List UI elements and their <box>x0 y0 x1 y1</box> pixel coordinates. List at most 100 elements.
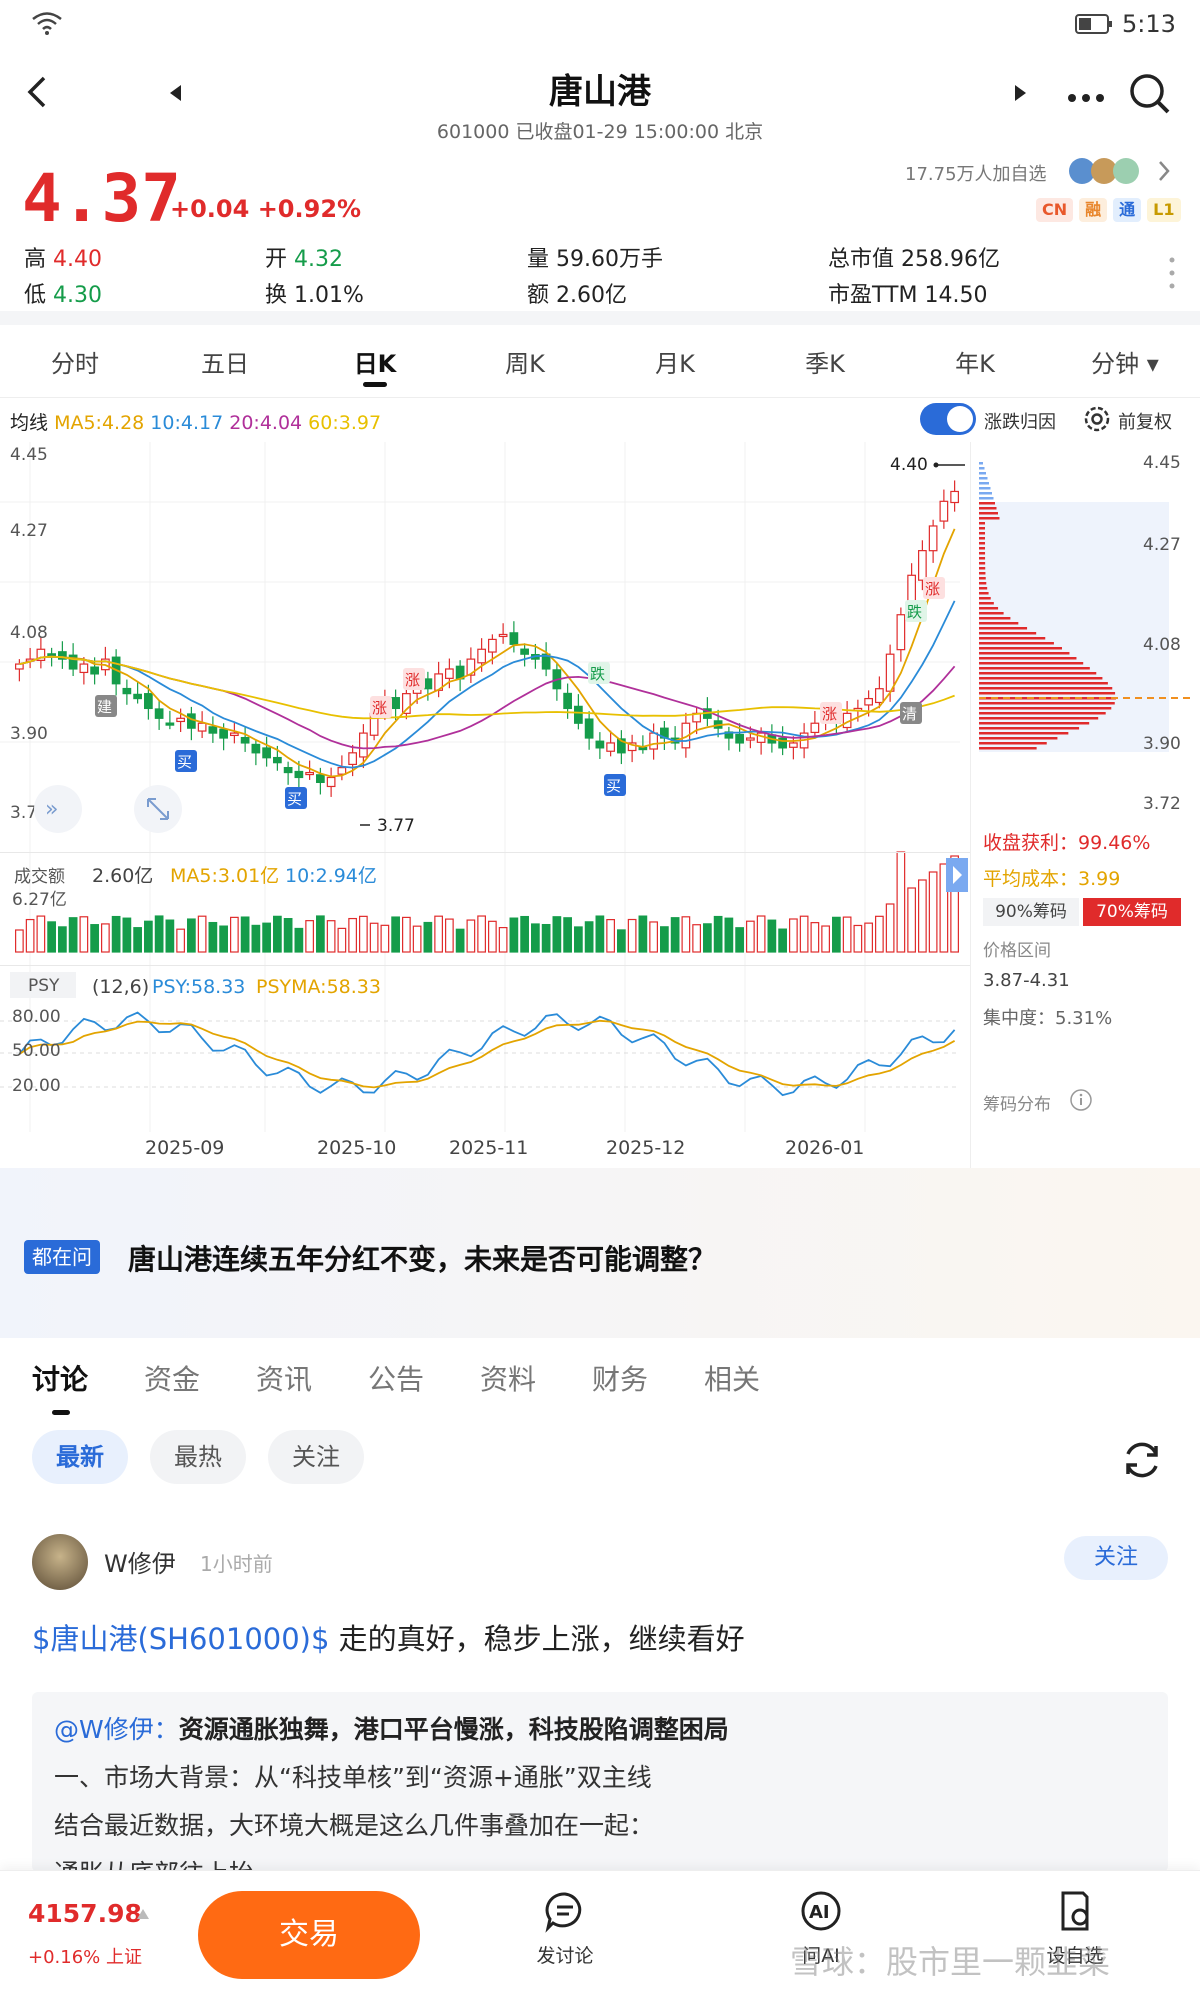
question-text[interactable]: 唐山港连续五年分红不变，未来是否可能调整？ <box>128 1238 716 1278</box>
high-value: 4.40 <box>53 247 102 272</box>
chip-bar <box>979 617 1011 620</box>
volume-bar <box>681 916 691 953</box>
candle-body <box>488 638 497 653</box>
candle-body <box>875 688 884 704</box>
adjust-label[interactable]: 前复权 <box>1118 408 1172 434</box>
chart-period-tabs: 分时 五日 日K 周K 月K 季K 年K 分钟 ▾ <box>0 330 1200 398</box>
tab-yearly-k[interactable]: 年K <box>900 330 1050 397</box>
stock-status: 601000 已收盘01-29 15:00:00 北京 <box>436 121 764 143</box>
tab-announcements[interactable]: 公告 <box>368 1358 424 1398</box>
info-icon[interactable] <box>1069 1088 1093 1116</box>
chip-70-button[interactable]: 70%筹码 <box>1083 898 1181 926</box>
trade-button[interactable]: 交易 <box>198 1891 420 1979</box>
next-stock-icon[interactable] <box>1012 84 1028 106</box>
tab-weekly-k[interactable]: 周K <box>450 330 600 397</box>
volume-bar <box>606 919 615 953</box>
tab-discussion[interactable]: 讨论 <box>32 1358 88 1398</box>
chip-bar <box>979 472 986 475</box>
volume-bar <box>79 916 89 953</box>
tab-news[interactable]: 资讯 <box>256 1358 312 1398</box>
chip-bar <box>979 482 989 485</box>
chip-y-4.27: 4.27 <box>1143 535 1181 555</box>
volume-bar <box>47 921 56 953</box>
quoted-post[interactable]: @W修伊：资源通胀独舞，港口平台慢涨，科技股陷调整困局 一、市场大背景：从“科技… <box>32 1692 1168 1872</box>
badge-cn: CN <box>1036 198 1074 222</box>
candle-body <box>746 737 755 741</box>
refresh-icon[interactable] <box>1120 1438 1164 1486</box>
tab-intraday[interactable]: 分时 <box>0 330 150 397</box>
discuss-button[interactable]: 发讨论 <box>520 1889 610 1968</box>
chip-bar <box>979 507 997 510</box>
kline-svg[interactable]: 建买买涨涨 跌买涨 清跌涨 4.45 4.27 4.08 3.90 3.72 4.4… <box>0 442 970 1168</box>
chip-90-button[interactable]: 90%筹码 <box>983 898 1079 926</box>
chip-bar <box>979 542 986 545</box>
tab-related[interactable]: 相关 <box>704 1358 760 1398</box>
watcher-avatars[interactable] <box>1068 156 1176 190</box>
filter-hot[interactable]: 最热 <box>150 1430 246 1484</box>
tab-daily-k[interactable]: 日K <box>300 330 450 397</box>
candle-body <box>606 742 615 752</box>
candle-body <box>219 728 228 739</box>
volume-label: 成交额 <box>14 867 65 887</box>
filter-latest[interactable]: 最新 <box>32 1430 128 1484</box>
ma20-value: 20:4.04 <box>229 412 303 434</box>
tab-quarterly-k[interactable]: 季K <box>750 330 900 397</box>
chip-bar <box>979 732 1069 735</box>
candle-body <box>176 717 185 723</box>
avatar[interactable] <box>32 1534 88 1590</box>
chip-bar <box>979 702 1115 705</box>
post-author[interactable]: W修伊 <box>104 1544 176 1579</box>
tab-monthly-k[interactable]: 月K <box>600 330 750 397</box>
status-bar: 5:13 <box>0 0 1200 50</box>
filter-following[interactable]: 关注 <box>268 1430 364 1484</box>
volume-bar <box>660 926 669 953</box>
event-tag: 跌 <box>907 603 922 621</box>
chip-bar <box>979 672 1097 675</box>
prev-stock-icon[interactable] <box>168 84 184 106</box>
chip-bar <box>979 572 986 575</box>
chip-bar <box>979 497 994 500</box>
last-price: 4.37 <box>22 160 181 237</box>
volume-bar <box>778 928 787 953</box>
tab-profile[interactable]: 资料 <box>480 1358 536 1398</box>
question-banner[interactable]: 都在问 唐山港连续五年分红不变，未来是否可能调整？ <box>0 1168 1200 1338</box>
volume-bar <box>799 915 809 953</box>
search-icon[interactable] <box>1128 72 1172 120</box>
event-tag: 涨 <box>405 671 420 689</box>
chip-bar <box>979 642 1054 645</box>
chip-bar <box>979 677 1103 680</box>
volume-bar <box>584 921 594 953</box>
volume-bar <box>15 929 24 953</box>
volume-bar <box>541 923 551 953</box>
stock-name: 唐山港 <box>549 72 651 112</box>
candle-body <box>122 687 132 695</box>
index-value[interactable]: 4157.98 <box>28 1899 142 1928</box>
event-tag: 清 <box>902 705 917 723</box>
tab-minute[interactable]: 分钟 ▾ <box>1050 330 1200 397</box>
low-value: 4.30 <box>53 283 102 308</box>
follow-button[interactable]: 关注 <box>1064 1536 1168 1580</box>
volume-bar <box>488 920 497 953</box>
tab-financials[interactable]: 财务 <box>592 1358 648 1398</box>
battery-icon <box>1075 12 1115 40</box>
volume-bar <box>122 917 132 953</box>
more-icon[interactable] <box>1066 88 1106 107</box>
top-nav: 唐山港 601000 已收盘01-29 15:00:00 北京 <box>0 50 1200 160</box>
volume-bar <box>552 916 562 953</box>
tab-five-day[interactable]: 五日 <box>150 330 300 397</box>
settings-icon[interactable] <box>1082 404 1112 438</box>
stock-mention-link[interactable]: $唐山港(SH601000)$ <box>32 1622 329 1656</box>
volume-value-label: 2.60亿 <box>92 865 153 887</box>
attribution-toggle[interactable] <box>920 403 976 435</box>
volume-bar <box>305 920 314 953</box>
candle-body <box>262 747 271 759</box>
back-icon[interactable] <box>22 72 52 116</box>
volume-max-label: 6.27亿 <box>12 890 67 910</box>
chip-bar <box>979 687 1113 690</box>
quoted-author[interactable]: @W修伊： <box>54 1715 179 1744</box>
chip-bar <box>979 517 1000 520</box>
tab-capital[interactable]: 资金 <box>144 1358 200 1398</box>
expand-dots-icon[interactable] <box>1168 256 1176 294</box>
candle-body <box>294 770 304 779</box>
candle-body <box>133 693 142 700</box>
